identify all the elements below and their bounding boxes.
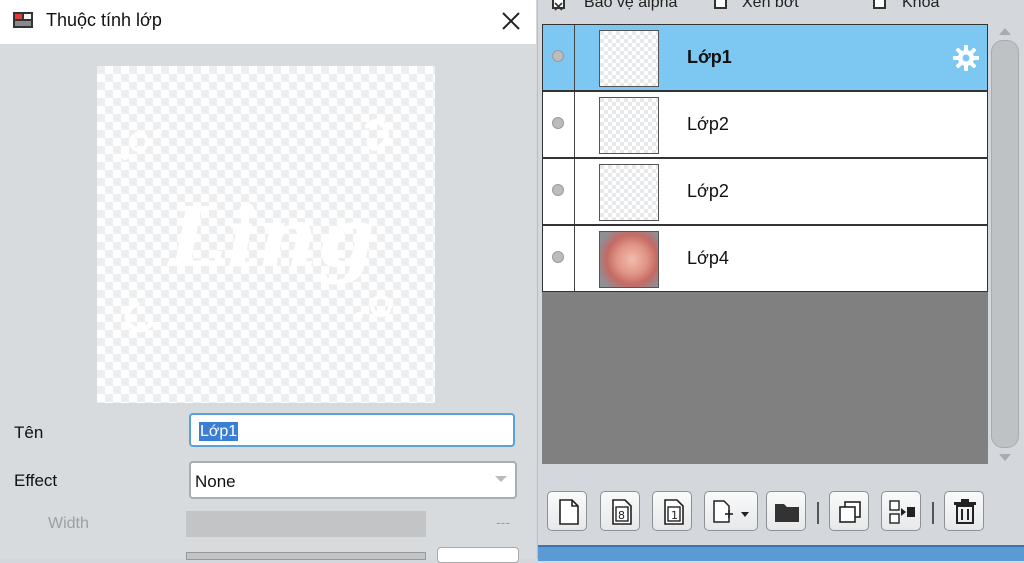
new-layer-icon bbox=[559, 499, 579, 525]
visibility-cell[interactable] bbox=[543, 92, 575, 157]
layer-name: Lớp2 bbox=[687, 181, 729, 201]
width-slider[interactable] bbox=[186, 511, 426, 537]
name-label: Tên bbox=[14, 423, 44, 442]
visibility-toggle-icon[interactable] bbox=[552, 117, 564, 129]
layer-preview: Ling bbox=[97, 66, 435, 403]
effect-select[interactable]: None bbox=[189, 461, 517, 499]
layer-name: Lớp1 bbox=[687, 47, 732, 67]
checkmark-icon bbox=[554, 2, 563, 11]
toolbar-separator bbox=[932, 502, 934, 524]
preview-artwork: Ling bbox=[121, 119, 392, 333]
layer-name-value: Lớp1 bbox=[199, 422, 239, 441]
layer-name: Lớp4 bbox=[687, 248, 729, 268]
dialog-titlebar: Thuộc tính lớp bbox=[0, 0, 536, 44]
duplicate-layer-button[interactable] bbox=[829, 491, 869, 531]
new-8bit-layer-button[interactable]: 8 bbox=[600, 491, 640, 531]
layer-name: Lớp2 bbox=[687, 114, 729, 134]
layer-row[interactable]: Lớp4 bbox=[542, 225, 988, 292]
preview-text: Ling bbox=[167, 190, 375, 286]
effect-label: Effect bbox=[14, 471, 58, 490]
duplicate-layer-icon bbox=[839, 501, 861, 523]
new-1bit-layer-button[interactable]: 1 bbox=[652, 491, 692, 531]
visibility-toggle-icon[interactable] bbox=[552, 50, 564, 62]
layer-properties-dialog: Thuộc tính lớp Ling Tên Lớp1 Effect None… bbox=[0, 0, 536, 563]
new-8bit-layer-icon: 8 bbox=[612, 499, 632, 525]
width-label: Width bbox=[48, 515, 89, 532]
chevron-down-icon bbox=[495, 476, 507, 482]
layer-row[interactable]: Lớp2 bbox=[542, 158, 988, 225]
visibility-toggle-icon[interactable] bbox=[552, 184, 564, 196]
layer-name-input[interactable]: Lớp1 bbox=[189, 413, 515, 447]
next-input[interactable] bbox=[437, 547, 519, 563]
visibility-toggle-icon[interactable] bbox=[552, 251, 564, 263]
layer-list: Lớp1 Lớp2 Lớp2 Lớp4 bbox=[542, 24, 988, 464]
new-layer-button[interactable] bbox=[547, 491, 587, 531]
delete-layer-button[interactable] bbox=[944, 491, 984, 531]
layer-row[interactable]: Lớp2 bbox=[542, 91, 988, 158]
layers-panel: Bảo vệ alpha Xén bớt Khóa Lớp1 Lớp2 Lớp2… bbox=[537, 0, 1024, 561]
merge-down-icon bbox=[889, 500, 915, 524]
close-icon[interactable] bbox=[496, 6, 526, 36]
protect-alpha-label: Bảo vệ alpha bbox=[584, 0, 678, 11]
clip-label: Xén bớt bbox=[742, 0, 799, 11]
app-icon bbox=[13, 12, 33, 28]
width-value: --- bbox=[496, 514, 510, 530]
lock-label: Khóa bbox=[902, 0, 940, 11]
toolbar-separator bbox=[817, 502, 819, 524]
visibility-cell[interactable] bbox=[543, 226, 575, 291]
clip-checkbox[interactable] bbox=[714, 0, 727, 9]
svg-text:8: 8 bbox=[618, 509, 625, 522]
svg-text:1: 1 bbox=[671, 509, 678, 522]
add-layer-dropdown-icon bbox=[713, 500, 749, 523]
protect-alpha-checkbox[interactable] bbox=[552, 0, 565, 11]
gear-icon[interactable] bbox=[951, 43, 981, 73]
folder-icon bbox=[775, 504, 799, 522]
scrollbar-thumb[interactable] bbox=[991, 40, 1019, 448]
delete-layer-icon bbox=[954, 499, 976, 524]
layer-row[interactable]: Lớp1 bbox=[542, 24, 988, 91]
dialog-title: Thuộc tính lớp bbox=[46, 10, 162, 30]
lock-checkbox[interactable] bbox=[873, 0, 886, 9]
merge-down-button[interactable] bbox=[881, 491, 921, 531]
new-1bit-layer-icon: 1 bbox=[664, 499, 684, 525]
scroll-down-icon[interactable] bbox=[999, 454, 1011, 461]
layer-thumbnail bbox=[599, 231, 659, 288]
visibility-cell[interactable] bbox=[543, 25, 575, 90]
visibility-cell[interactable] bbox=[543, 159, 575, 224]
add-layer-dropdown-button[interactable] bbox=[704, 491, 758, 531]
new-folder-button[interactable] bbox=[766, 491, 806, 531]
scroll-up-icon[interactable] bbox=[999, 28, 1011, 35]
layer-thumbnail bbox=[599, 30, 659, 87]
layer-thumbnail bbox=[599, 164, 659, 221]
layer-list-scrollbar[interactable] bbox=[989, 24, 1021, 464]
layer-thumbnail bbox=[599, 97, 659, 154]
effect-value: None bbox=[195, 472, 236, 491]
